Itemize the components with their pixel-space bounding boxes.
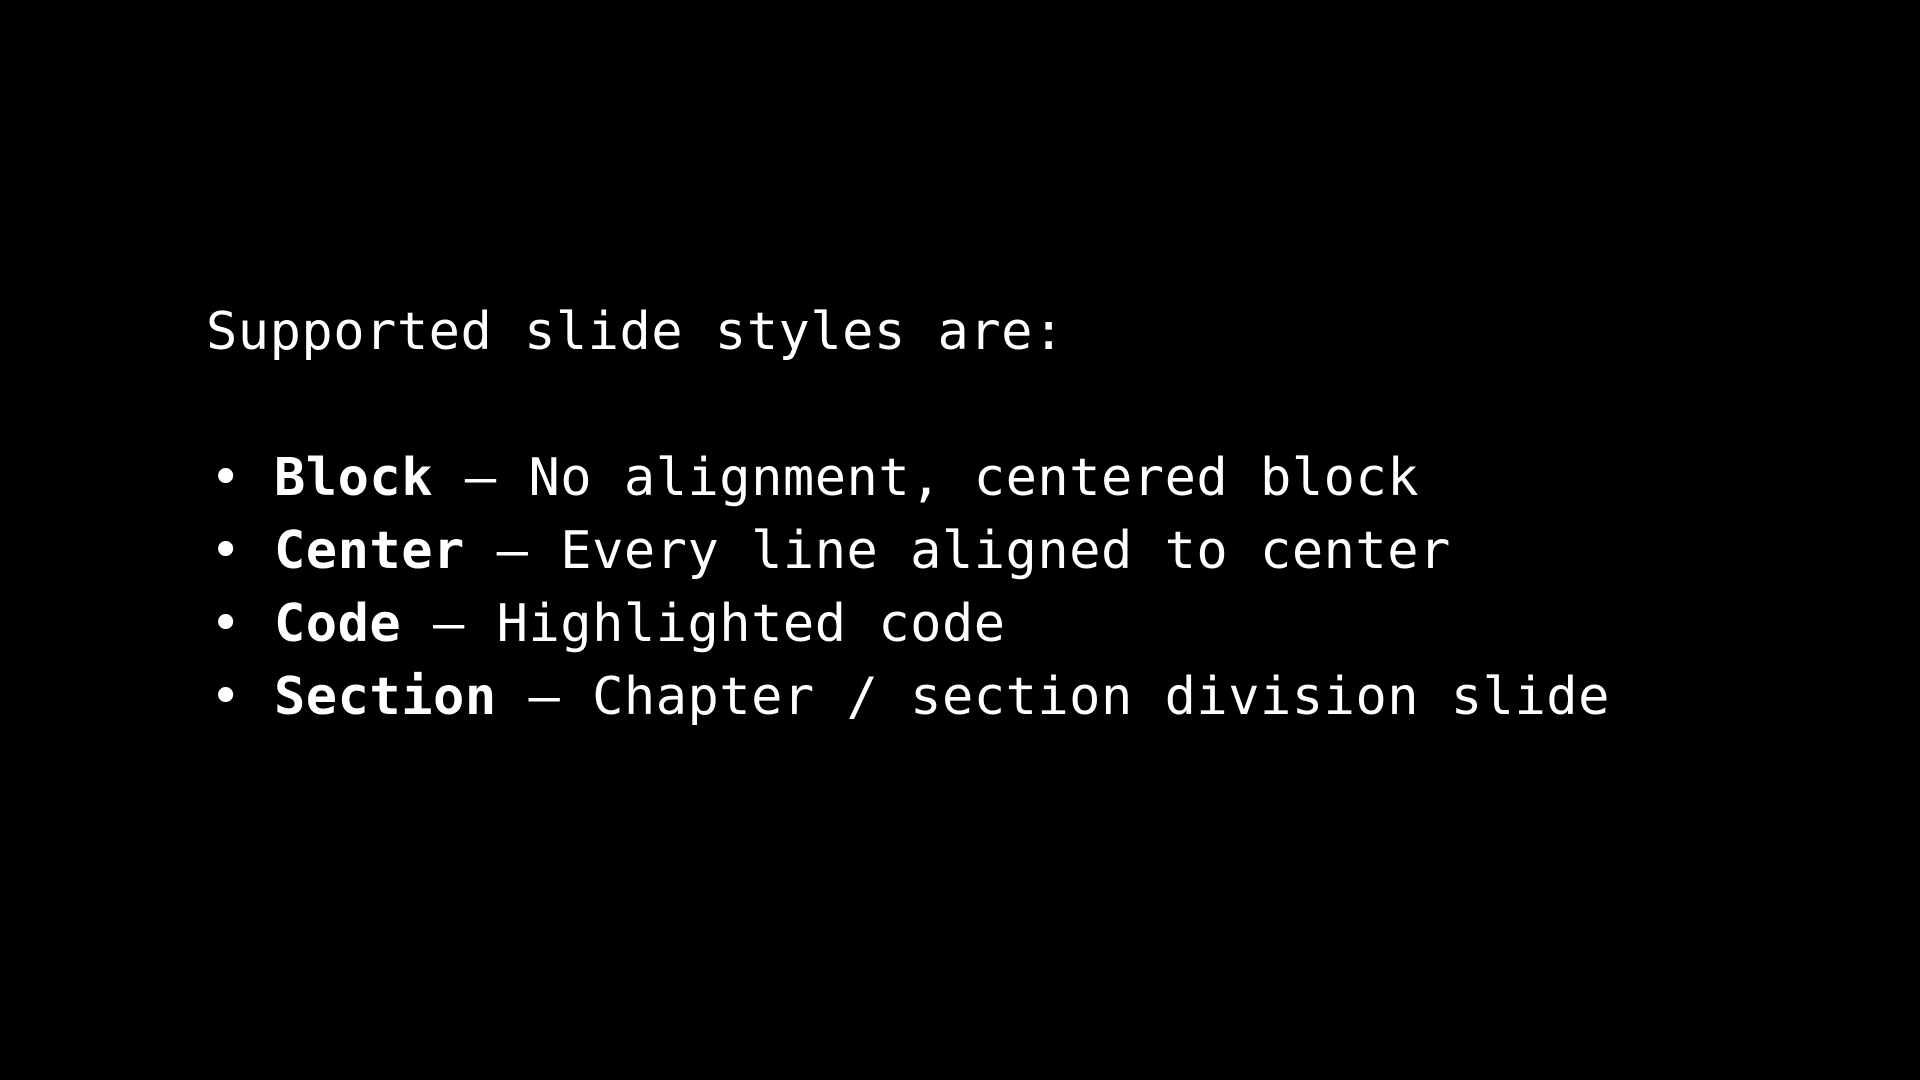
- bullet-icon: •: [210, 448, 242, 508]
- list-item-block: • Block – No alignment, centered block: [206, 442, 1610, 515]
- style-name: Code: [274, 594, 402, 654]
- bullet-icon: •: [210, 521, 242, 581]
- style-description: Every line aligned to center: [560, 521, 1451, 581]
- list-item-code: • Code – Highlighted code: [206, 588, 1610, 661]
- separator: –: [433, 448, 529, 508]
- intro-text: Supported slide styles are:: [206, 302, 1065, 362]
- style-name: Section: [274, 667, 497, 727]
- slide: Supported slide styles are: • Block – No …: [0, 0, 1920, 1080]
- style-description: No alignment, centered block: [528, 448, 1420, 508]
- style-description: Chapter / section division slide: [592, 667, 1610, 727]
- style-name: Block: [274, 448, 434, 508]
- bullet-icon: •: [210, 594, 242, 654]
- style-name: Center: [274, 521, 465, 581]
- separator: –: [464, 521, 561, 581]
- bullet-icon: •: [210, 667, 242, 727]
- list-item-center: • Center – Every line aligned to center: [206, 515, 1610, 588]
- separator: –: [496, 667, 593, 727]
- separator: –: [401, 594, 497, 654]
- style-description: Highlighted code: [496, 594, 1006, 654]
- list-item-section: • Section – Chapter / section division sl…: [206, 661, 1610, 734]
- styles-list: • Block – No alignment, centered block • C…: [206, 442, 1610, 734]
- slide-content: Supported slide styles are: • Block – No …: [206, 296, 1610, 734]
